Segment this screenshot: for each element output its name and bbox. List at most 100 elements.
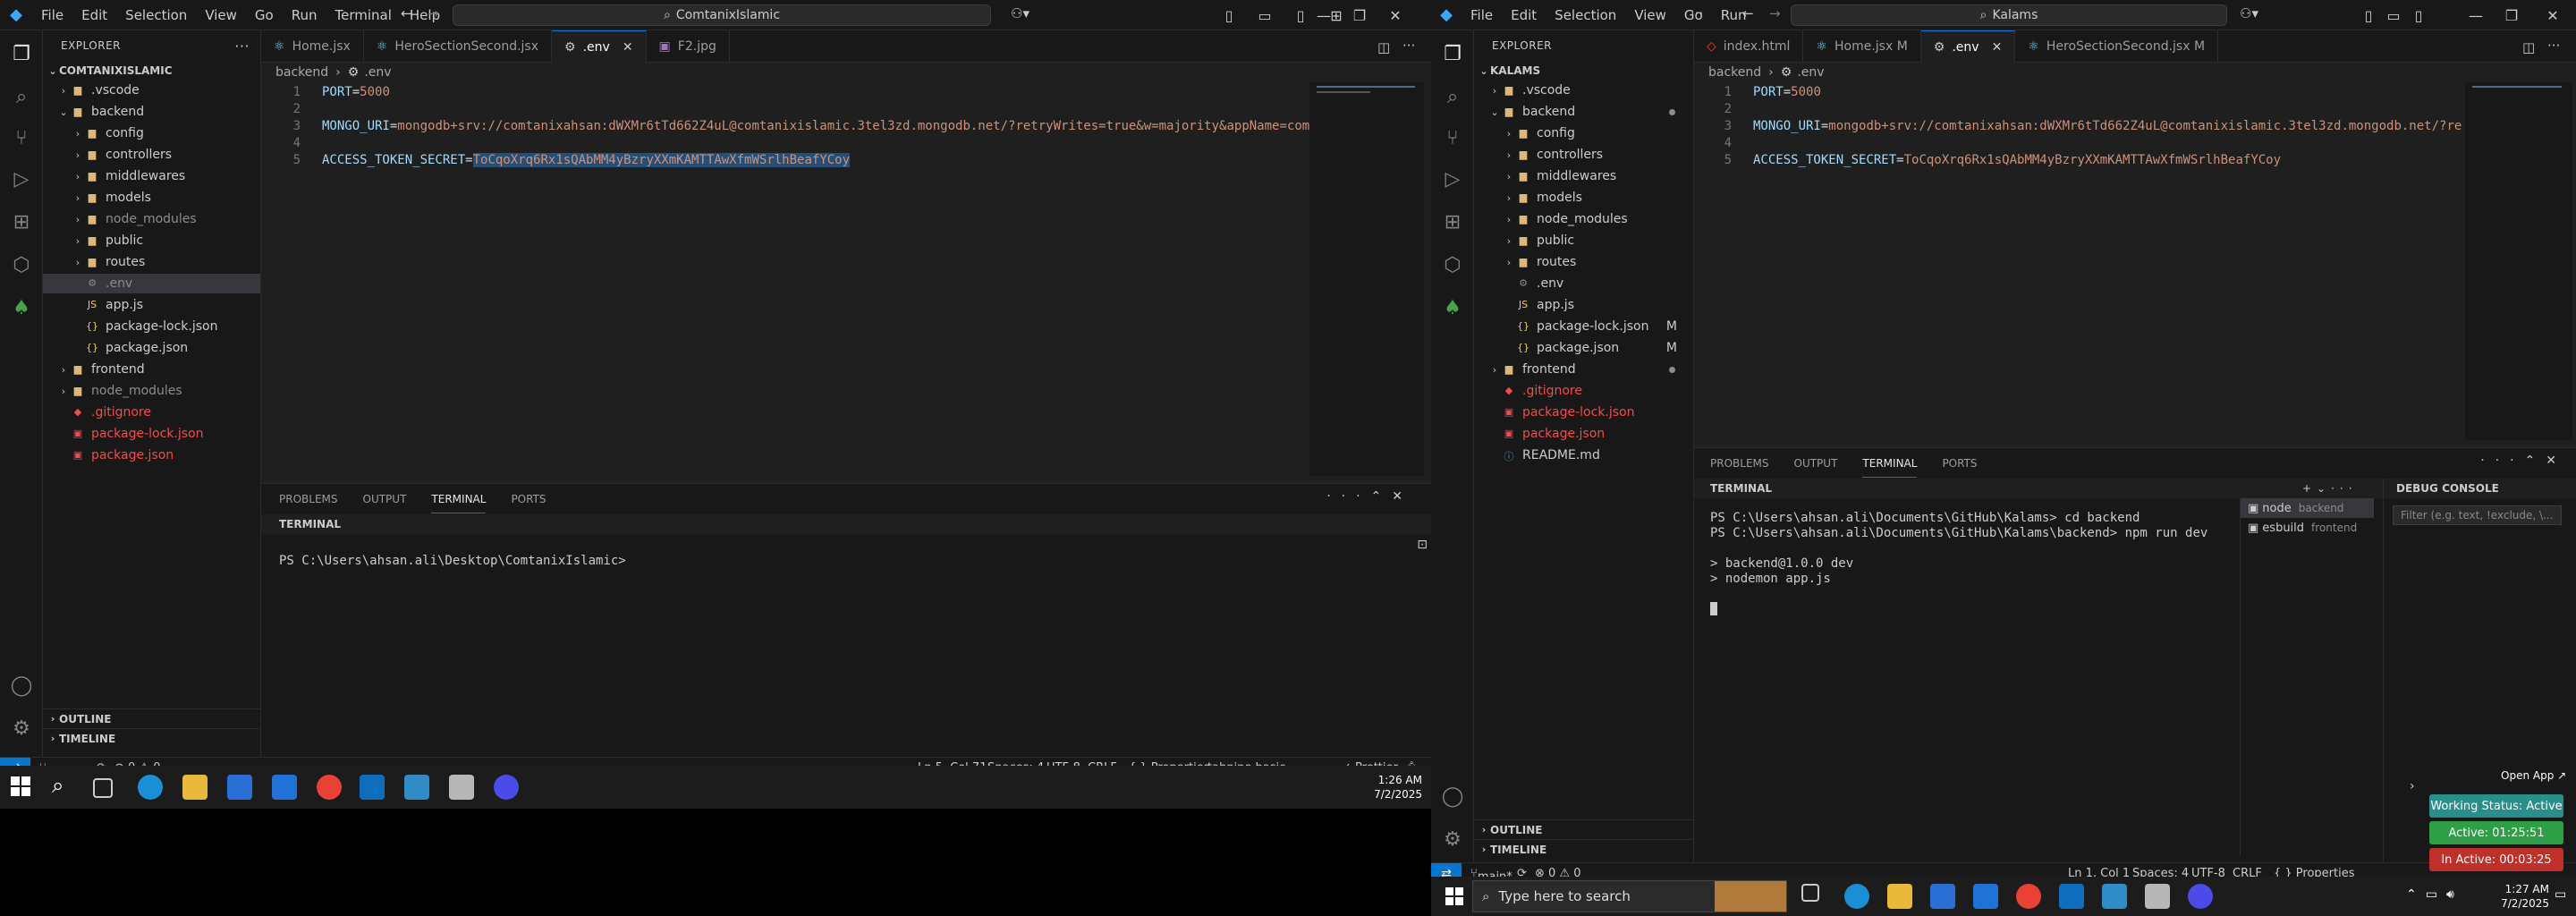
tree-item[interactable]: {} package-lock.json M: [1474, 317, 1693, 336]
tree-item[interactable]: › ▆ routes: [43, 252, 260, 272]
tree-item[interactable]: › ▆ node_modules: [43, 381, 260, 401]
menu-go[interactable]: Go: [246, 7, 283, 23]
store-icon[interactable]: [227, 775, 252, 800]
tree-item[interactable]: {} package.json: [43, 338, 260, 358]
tree-item[interactable]: JS app.js: [1474, 295, 1693, 315]
tree-item[interactable]: › ▆ controllers: [43, 145, 260, 165]
restore-icon[interactable]: ❐: [2494, 7, 2529, 24]
tree-item[interactable]: › ▆ node_modules: [1474, 209, 1693, 229]
timeline-section[interactable]: › TIMELINE: [43, 728, 260, 748]
search-view-icon[interactable]: ⌕: [1440, 84, 1465, 109]
code-line[interactable]: [322, 135, 1309, 152]
tree-item[interactable]: {} package.json M: [1474, 338, 1693, 358]
store-icon[interactable]: [1930, 884, 1955, 909]
tree-item[interactable]: ⌄ ▆ backend: [43, 102, 260, 122]
tree-item[interactable]: › ▆ public: [43, 231, 260, 250]
tree-item[interactable]: ⌄ ▆ backend: [1474, 102, 1693, 122]
vscode-taskbar-icon[interactable]: [2059, 884, 2084, 909]
code-line[interactable]: [1753, 135, 2462, 152]
panel-tab-problems[interactable]: PROBLEMS: [1710, 450, 1769, 477]
timeline-section[interactable]: › TIMELINE: [1474, 839, 1693, 859]
editor-tab[interactable]: ▣ F2.jpg: [647, 30, 730, 63]
tree-item[interactable]: JS app.js: [43, 295, 260, 315]
tree-item[interactable]: › ▆ .vscode: [43, 81, 260, 100]
windows-start-icon[interactable]: [11, 776, 30, 796]
copilot-icon[interactable]: ⚇▾: [2240, 5, 2258, 21]
menu-terminal[interactable]: Terminal: [326, 7, 401, 23]
panel-tab-output[interactable]: OUTPUT: [1794, 450, 1838, 477]
command-center-search[interactable]: ⌕ ComtanixIslamic: [453, 4, 991, 26]
edge-icon[interactable]: [138, 775, 163, 800]
split-editor-icon[interactable]: ◫: [2522, 39, 2535, 55]
menu-view[interactable]: View: [1625, 7, 1675, 23]
tree-item[interactable]: › ▆ middlewares: [43, 166, 260, 186]
debug-filter-input[interactable]: Filter (e.g. text, !exclude, \...: [2393, 505, 2562, 525]
panel-tab-terminal[interactable]: TERMINAL: [1862, 450, 1918, 478]
terminal-instance[interactable]: ▣ node backend: [2241, 498, 2374, 518]
code-line[interactable]: ACCESS_TOKEN_SECRET=ToCqoXrq6Rx1sQAbMM4y…: [1753, 152, 2462, 169]
tree-item[interactable]: ▣ package.json: [1474, 424, 1693, 444]
panel-tab-ports[interactable]: PORTS: [1942, 450, 1977, 477]
close-window-icon[interactable]: ✕: [2529, 7, 2576, 24]
tree-item[interactable]: › ▆ routes: [1474, 252, 1693, 272]
tree-item[interactable]: › ▆ node_modules: [43, 209, 260, 229]
editor-tab[interactable]: ⚙ .env ✕: [552, 30, 647, 63]
close-window-icon[interactable]: ✕: [1377, 7, 1413, 24]
terminal-side-icon[interactable]: ⊡: [1417, 538, 1428, 552]
tree-item[interactable]: ▣ package-lock.json: [43, 424, 260, 444]
vscode-insiders-taskbar-icon[interactable]: [404, 775, 429, 800]
panel-actions[interactable]: ···⌃✕: [1326, 489, 1413, 504]
tree-item[interactable]: ⚙ .env: [1474, 274, 1693, 293]
settings-gear-icon[interactable]: ⚙: [9, 716, 34, 741]
tree-item[interactable]: › ▆ controllers: [1474, 145, 1693, 165]
toggle-panel-icon[interactable]: ▭: [2381, 7, 2406, 24]
tree-item[interactable]: › ▆ .vscode: [1474, 81, 1693, 100]
tree-item[interactable]: › ▆ public: [1474, 231, 1693, 250]
menu-view[interactable]: View: [196, 7, 246, 23]
panel-tab-problems[interactable]: PROBLEMS: [279, 486, 338, 513]
terminal-output[interactable]: PS C:\Users\ahsan.ali\Desktop\ComtanixIs…: [279, 554, 626, 569]
panel-actions[interactable]: ···⌃✕: [2480, 454, 2567, 468]
app-taskbar-icon[interactable]: [2145, 884, 2170, 909]
back-arrow-icon[interactable]: ←: [1742, 5, 1754, 21]
tree-item[interactable]: › ▆ models: [43, 188, 260, 208]
code-line[interactable]: PORT=5000: [322, 84, 1309, 101]
toggle-secondary-sidebar-icon[interactable]: ▯: [2406, 7, 2431, 24]
terminal-output[interactable]: PS C:\Users\ahsan.ali\Documents\GitHub\K…: [1710, 511, 2207, 587]
chrome-icon[interactable]: [317, 775, 342, 800]
workspace-root[interactable]: ⌄ KALAMS: [1474, 61, 1693, 81]
scroll-right-icon[interactable]: ›: [2410, 779, 2415, 793]
forward-arrow-icon[interactable]: →: [428, 5, 439, 21]
editor-tab[interactable]: ⚛ HeroSectionSecond.jsx M: [2015, 30, 2219, 63]
zoom-icon[interactable]: [494, 775, 519, 800]
run-debug-icon[interactable]: ▷: [1440, 166, 1465, 191]
tree-item[interactable]: ▣ package-lock.json: [1474, 403, 1693, 422]
zoom-icon[interactable]: [2188, 884, 2213, 909]
code-line[interactable]: MONGO_URI=mongodb+srv://comtanixahsan:dW…: [1753, 118, 2462, 135]
settings-gear-icon[interactable]: ⚙: [1440, 827, 1465, 852]
vscode-insiders-taskbar-icon[interactable]: [2102, 884, 2127, 909]
workspace-root[interactable]: ⌄ COMTANIXISLAMIC: [43, 61, 260, 81]
editor-tab[interactable]: ◇ index.html: [1694, 30, 1804, 63]
source-control-icon[interactable]: ⑂: [9, 125, 34, 150]
menu-file[interactable]: File: [32, 7, 72, 23]
menu-edit[interactable]: Edit: [72, 7, 116, 23]
restore-icon[interactable]: ❐: [1342, 7, 1377, 24]
breadcrumb-file[interactable]: .env: [1797, 65, 1824, 80]
editor-tab[interactable]: ⚛ HeroSectionSecond.jsx: [364, 30, 553, 63]
minimize-icon[interactable]: —: [2458, 7, 2494, 24]
mongodb-leaf-icon[interactable]: ♠: [1440, 295, 1465, 320]
tree-item[interactable]: ▣ package.json: [43, 445, 260, 465]
tree-item[interactable]: › ▆ frontend: [1474, 360, 1693, 379]
remote-explorer-icon[interactable]: ⬡: [9, 252, 34, 277]
editor-tab[interactable]: ⚛ Home.jsx: [261, 30, 364, 63]
terminal-instance[interactable]: ▣ esbuild frontend: [2241, 518, 2374, 538]
menu-edit[interactable]: Edit: [1502, 7, 1546, 23]
close-tab-icon[interactable]: ✕: [623, 40, 633, 55]
code-line[interactable]: [322, 101, 1309, 118]
extensions-icon[interactable]: ⊞: [9, 209, 34, 234]
menu-selection[interactable]: Selection: [116, 7, 196, 23]
toggle-primary-sidebar-icon[interactable]: ▯: [1211, 7, 1247, 24]
more-actions-icon[interactable]: ···: [234, 38, 250, 55]
search-view-icon[interactable]: ⌕: [9, 84, 34, 109]
